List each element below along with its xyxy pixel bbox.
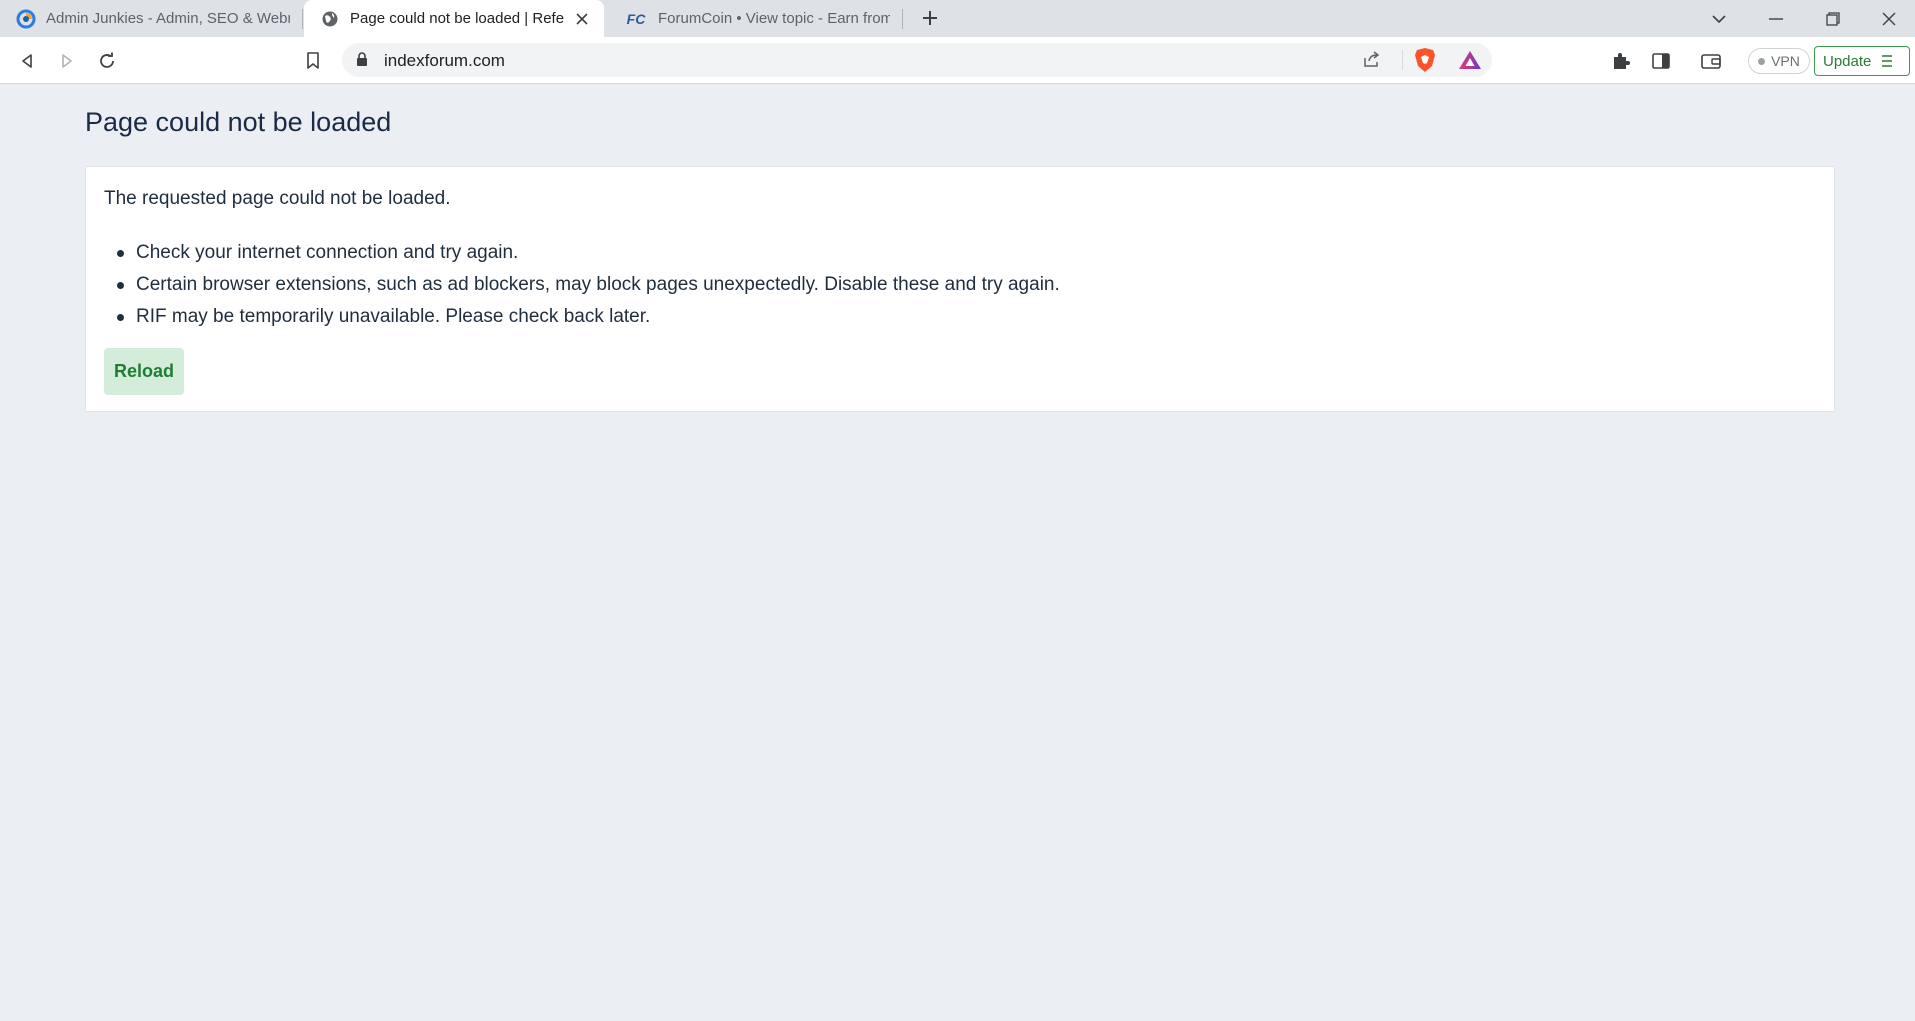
- omnibox-divider: [1402, 50, 1403, 70]
- extensions-button[interactable]: [1606, 46, 1636, 76]
- tab-title: Admin Junkies - Admin, SEO & Webm: [46, 10, 290, 27]
- restore-button[interactable]: [1805, 0, 1861, 37]
- refresh-icon: [100, 52, 114, 68]
- restore-icon: [1826, 11, 1840, 26]
- wallet-button[interactable]: [1696, 46, 1726, 76]
- back-arrow-icon: [22, 54, 32, 68]
- list-item: RIF may be temporarily unavailable. Plea…: [117, 301, 1060, 333]
- error-panel: The requested page could not be loaded. …: [85, 166, 1835, 412]
- tab-title: Page could not be loaded | Referr: [350, 10, 564, 27]
- close-icon[interactable]: [572, 9, 592, 29]
- reload-button[interactable]: Reload: [104, 348, 184, 395]
- tab-forumcoin[interactable]: FC ForumCoin • View topic - Earn from Re: [608, 0, 902, 37]
- list-item: Check your internet connection and try a…: [117, 237, 1060, 269]
- close-window-button[interactable]: [1862, 0, 1915, 37]
- plus-icon: [923, 11, 937, 25]
- minimize-icon: [1769, 17, 1783, 20]
- browser-toolbar: indexforum.com VPN Update: [0, 37, 1915, 84]
- error-message: The requested page could not be loaded.: [104, 188, 451, 209]
- reload-page-button[interactable]: [92, 46, 122, 76]
- puzzle-icon: [1614, 53, 1630, 69]
- sidebar-icon: [1652, 53, 1670, 69]
- list-item: Certain browser extensions, such as ad b…: [117, 269, 1060, 301]
- forward-arrow-icon: [62, 54, 72, 68]
- admin-junkies-logo-icon: [16, 9, 36, 29]
- brave-rewards-icon[interactable]: [1458, 49, 1482, 76]
- tab-divider: [902, 9, 903, 29]
- tab-strip: Admin Junkies - Admin, SEO & Webm Page c…: [0, 0, 1915, 37]
- brave-shields-icon[interactable]: [1414, 47, 1436, 78]
- bookmark-icon: [307, 52, 319, 69]
- page-content: Page could not be loaded The requested p…: [0, 85, 1915, 1021]
- forward-button[interactable]: [52, 46, 82, 76]
- lock-icon[interactable]: [356, 52, 368, 72]
- back-button[interactable]: [12, 46, 42, 76]
- wallet-icon: [1701, 54, 1721, 69]
- forumcoin-logo-icon: FC: [626, 10, 646, 27]
- sidebar-button[interactable]: [1646, 46, 1676, 76]
- menu-icon: [1882, 55, 1893, 67]
- update-label: Update: [1823, 52, 1872, 70]
- chevron-down-icon: [1712, 14, 1726, 23]
- update-button[interactable]: Update: [1814, 46, 1910, 76]
- tab-title: ForumCoin • View topic - Earn from Re: [658, 10, 890, 27]
- vpn-button[interactable]: VPN: [1748, 48, 1810, 74]
- tab-page-could-not-be-loaded[interactable]: Page could not be loaded | Referr: [304, 0, 604, 37]
- minimize-button[interactable]: [1748, 0, 1804, 37]
- suggestion-list: Check your internet connection and try a…: [117, 237, 1060, 333]
- close-icon: [1882, 12, 1895, 25]
- vpn-label: VPN: [1771, 53, 1800, 69]
- new-tab-button[interactable]: [916, 4, 944, 32]
- url-text[interactable]: indexforum.com: [384, 51, 505, 71]
- address-bar[interactable]: indexforum.com: [342, 43, 1492, 77]
- bookmark-button[interactable]: [298, 46, 328, 76]
- page-title: Page could not be loaded: [85, 107, 392, 137]
- tab-divider: [302, 9, 303, 29]
- tab-search-button[interactable]: [1691, 0, 1747, 37]
- vpn-status-dot: [1758, 57, 1766, 65]
- share-icon[interactable]: [1362, 49, 1382, 74]
- tab-admin-junkies[interactable]: Admin Junkies - Admin, SEO & Webm: [0, 0, 302, 37]
- globe-icon: [320, 9, 340, 29]
